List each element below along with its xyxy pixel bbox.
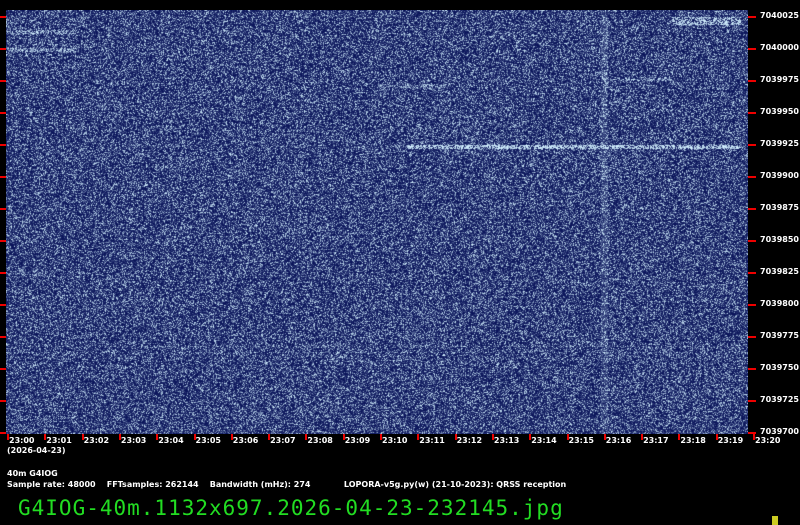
freq-tick — [748, 176, 756, 178]
left-tick — [0, 208, 6, 210]
time-label: 23:05 — [196, 436, 221, 446]
time-label: 23:13 — [494, 436, 519, 446]
freq-label: 7040025 — [760, 11, 799, 21]
time-label: 23:18 — [680, 436, 705, 446]
freq-label: 7039900 — [760, 171, 799, 181]
status-marker — [772, 516, 778, 525]
freq-label: 7039825 — [760, 267, 799, 277]
station-label: 40m G4IOG — [7, 469, 58, 479]
time-label: 23:04 — [158, 436, 183, 446]
left-tick — [0, 304, 6, 306]
left-tick — [0, 400, 6, 402]
freq-tick — [748, 336, 756, 338]
freq-label: 7039725 — [760, 395, 799, 405]
time-label: 23:00 — [9, 436, 34, 446]
freq-label: 7039800 — [760, 299, 799, 309]
freq-label: 7039975 — [760, 75, 799, 85]
time-label: 23:11 — [419, 436, 444, 446]
left-tick — [0, 16, 6, 18]
freq-tick — [748, 400, 756, 402]
freq-label: 7039925 — [760, 139, 799, 149]
time-label: 23:14 — [531, 436, 556, 446]
freq-tick — [748, 272, 756, 274]
freq-label: 7039950 — [760, 107, 799, 117]
freq-tick — [748, 112, 756, 114]
waterfall-spectrogram — [6, 10, 748, 434]
left-tick — [0, 240, 6, 242]
left-tick — [0, 80, 6, 82]
freq-tick — [748, 16, 756, 18]
left-tick — [0, 368, 6, 370]
time-label: 23:12 — [457, 436, 482, 446]
left-tick — [0, 432, 6, 434]
left-tick — [0, 112, 6, 114]
freq-label: 7039750 — [760, 363, 799, 373]
freq-label: 7039775 — [760, 331, 799, 341]
freq-tick — [748, 240, 756, 242]
time-label: 23:09 — [345, 436, 370, 446]
time-label: 23:20 — [755, 436, 780, 446]
freq-label: 7040000 — [760, 43, 799, 53]
freq-tick — [748, 48, 756, 50]
left-tick — [0, 272, 6, 274]
time-label: 23:15 — [569, 436, 594, 446]
freq-tick — [748, 304, 756, 306]
time-label: 23:19 — [718, 436, 743, 446]
time-label: 23:16 — [606, 436, 631, 446]
date-label: (2026-04-23) — [7, 446, 65, 456]
time-label: 23:17 — [643, 436, 668, 446]
left-tick — [0, 48, 6, 50]
time-label: 23:01 — [46, 436, 71, 446]
freq-tick — [748, 368, 756, 370]
time-label: 23:07 — [270, 436, 295, 446]
time-label: 23:10 — [382, 436, 407, 446]
info-line: Sample rate: 48000 FFTsamples: 262144 Ba… — [7, 480, 566, 490]
freq-tick — [748, 208, 756, 210]
filename-title: G4IOG-40m.1132x697.2026-04-23-232145.jpg — [18, 496, 564, 520]
freq-label: 7039875 — [760, 203, 799, 213]
freq-tick — [748, 80, 756, 82]
time-label: 23:02 — [84, 436, 109, 446]
left-tick — [0, 144, 6, 146]
left-tick — [0, 336, 6, 338]
time-label: 23:06 — [233, 436, 258, 446]
time-label: 23:08 — [307, 436, 332, 446]
left-tick — [0, 176, 6, 178]
freq-label: 7039850 — [760, 235, 799, 245]
time-label: 23:03 — [121, 436, 146, 446]
freq-tick — [748, 144, 756, 146]
